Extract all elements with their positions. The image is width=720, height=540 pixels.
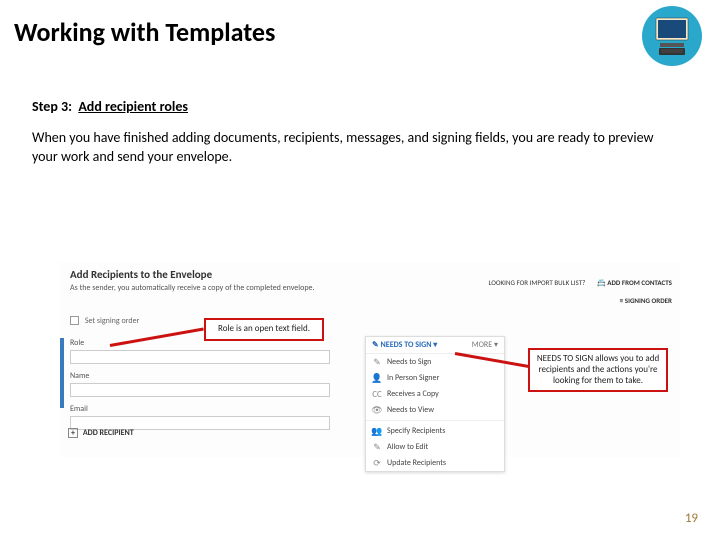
dropdown-header[interactable]: ✎ NEEDS TO SIGN ▾ MORE ▾ [366,337,504,354]
pen-icon: ✎ [372,357,382,367]
dropdown-item-label: Needs to Sign [387,357,431,367]
add-recipient-button[interactable]: + ADD RECIPIENT [68,428,134,438]
dropdown-item-specify[interactable]: 👥 Specify Recipients [366,423,504,439]
name-label: Name [70,371,350,381]
cc-icon: CC [372,389,382,399]
embedded-screenshot: Add Recipients to the Envelope As the se… [60,262,680,457]
name-input[interactable] [70,383,330,397]
pen-icon: ✎ [372,340,379,350]
role-input[interactable] [70,350,330,364]
callout-role: Role is an open text field. [204,318,324,341]
contacts-icon: 📇 [597,278,606,287]
checkbox-icon[interactable] [70,316,79,325]
dropdown-item-label: Receives a Copy [387,389,439,399]
step-heading: Step 3: Add recipient roles [0,48,720,115]
email-label: Email [70,404,350,414]
dropdown-item-needs-to-view[interactable]: 👁 Needs to View [366,402,504,418]
signing-order-link[interactable]: ≡ SIGNING ORDER [620,296,672,305]
dropdown-item-in-person[interactable]: 👤 In Person Signer [366,370,504,386]
dropdown-item-label: Specify Recipients [387,426,445,436]
refresh-icon: ⟳ [372,458,382,468]
dropdown-item-allow-edit[interactable]: ✎ Allow to Edit [366,439,504,455]
dropdown-divider [366,420,504,421]
order-icon: ≡ [620,296,624,305]
computer-icon [642,6,702,66]
import-bulk-link[interactable]: LOOKING FOR IMPORT BULK LIST? [488,278,585,287]
recipient-color-indicator [60,338,64,408]
page-number: 19 [685,511,698,526]
edit-icon: ✎ [372,442,382,452]
add-recipient-label: ADD RECIPIENT [83,428,134,438]
step-label: Step 3: [32,98,72,115]
set-signing-order-label: Set signing order [85,316,140,326]
step-text: Add recipient roles [78,98,188,115]
dropdown-more[interactable]: MORE ▾ [472,340,498,350]
set-signing-order-row[interactable]: Set signing order [70,316,139,326]
people-icon: 👥 [372,426,382,436]
dropdown-item-label: Allow to Edit [387,442,428,452]
dropdown-item-label: In Person Signer [387,373,439,383]
plus-icon: + [68,428,78,438]
signing-order-label: SIGNING ORDER [625,296,672,305]
person-icon: 👤 [372,373,382,383]
add-from-contacts-label: ADD FROM CONTACTS [607,278,672,287]
dropdown-item-receives-copy[interactable]: CC Receives a Copy [366,386,504,402]
page-title: Working with Templates [0,0,720,48]
callout-needs-to-sign: NEEDS TO SIGN allows you to add recipien… [528,348,668,392]
eye-icon: 👁 [372,405,382,415]
top-right-links: LOOKING FOR IMPORT BULK LIST? 📇 ADD FROM… [488,278,672,287]
dropdown-item-update[interactable]: ⟳ Update Recipients [366,455,504,471]
dropdown-item-label: Update Recipients [387,458,446,468]
add-from-contacts-link[interactable]: 📇 ADD FROM CONTACTS [597,278,672,287]
dropdown-header-label: NEEDS TO SIGN [381,340,432,350]
dropdown-more-label: MORE [472,340,492,350]
dropdown-item-label: Needs to View [387,405,434,415]
recipient-form: Role Name Email [70,338,350,437]
body-paragraph: When you have finished adding documents,… [0,115,720,167]
